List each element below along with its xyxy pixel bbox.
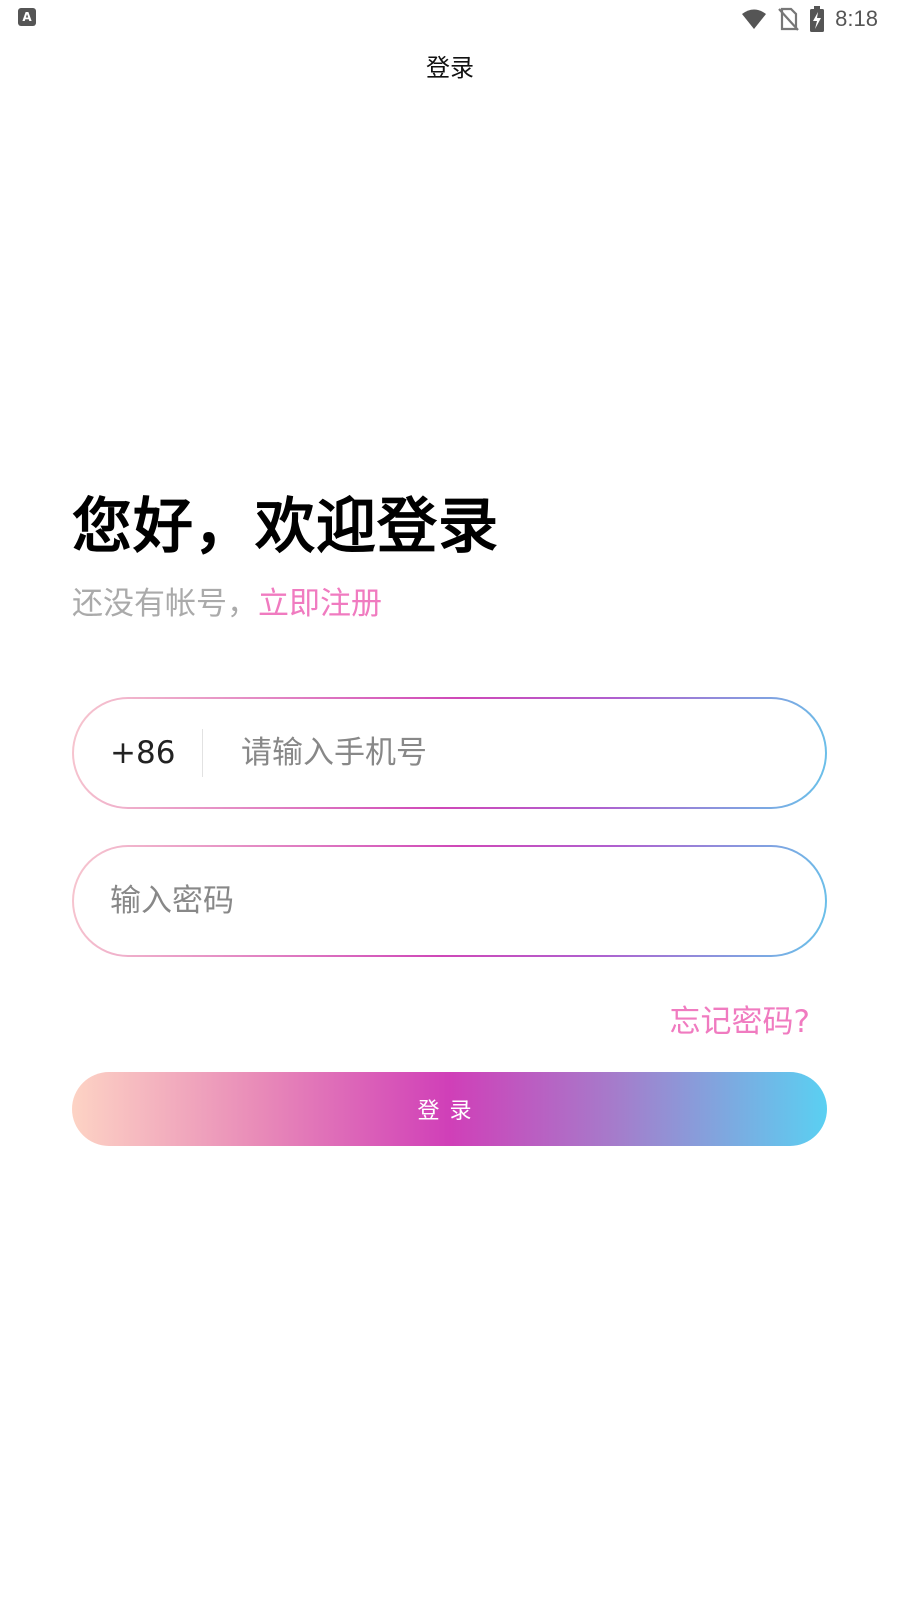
battery-charging-icon	[810, 6, 825, 32]
country-code-selector[interactable]: +86	[74, 735, 202, 771]
page-title: 登录	[426, 54, 474, 82]
register-link[interactable]: 立即注册	[258, 586, 382, 622]
field-divider	[202, 729, 203, 777]
forgot-password-link[interactable]: 忘记密码?	[670, 996, 810, 1041]
status-icons: 8:18	[741, 4, 878, 34]
password-field-inner	[74, 847, 825, 955]
no-sim-icon	[778, 7, 799, 31]
phone-input[interactable]	[241, 723, 781, 783]
app-notification-icon: A	[18, 8, 36, 26]
password-input[interactable]	[110, 871, 790, 931]
status-bar: A 8:18	[0, 0, 900, 40]
login-button[interactable]: 登录	[72, 1072, 827, 1146]
clock: 8:18	[835, 6, 878, 31]
register-prompt: 还没有帐号，立即注册	[72, 578, 382, 623]
phone-field-inner: +86	[74, 699, 825, 807]
wifi-icon	[742, 9, 767, 29]
password-field	[72, 845, 827, 957]
no-account-text: 还没有帐号，	[72, 586, 258, 622]
login-screen: A 8:18 登录 您好，欢迎登录 还没有帐号，立即注册 +86 请输入手机号 …	[0, 0, 900, 1600]
welcome-heading: 您好，欢迎登录	[72, 492, 499, 562]
phone-field: +86	[72, 697, 827, 809]
